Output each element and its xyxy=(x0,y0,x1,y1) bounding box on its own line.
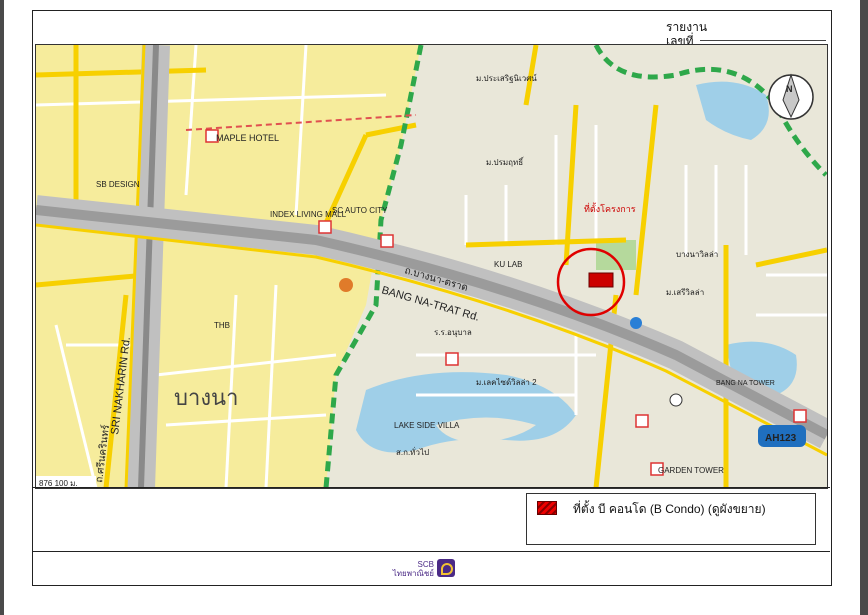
temple-icon xyxy=(339,278,353,292)
label-bangna-tower: BANG NA TOWER xyxy=(716,380,775,387)
report-number-line xyxy=(700,40,826,41)
north-arrow-icon xyxy=(768,73,814,120)
label-sc-auto-city: SC AUTO CITY xyxy=(332,206,388,215)
legend-divider xyxy=(32,487,830,488)
legend-label: ที่ตั้ง บี คอนโด (B Condo) (ดูผังขยาย) xyxy=(573,502,766,516)
label-garden-tower: GARDEN TOWER xyxy=(658,466,724,475)
label-pracha-uthit: ม.ปรมฤทธิ์ xyxy=(486,156,525,167)
label-thb: THB xyxy=(214,321,230,330)
label-seri-villa: ม.เสรีวิลล่า xyxy=(666,288,704,297)
label-village: ม.ประเสริฐนิเวศน์ xyxy=(476,73,537,83)
report-page: รายงาน เลขที่ MAPLE HOTEL INDEX LIVING M… xyxy=(4,0,860,615)
bank-icon xyxy=(380,234,394,248)
label-baan-bangna: บางนาวิลล่า xyxy=(676,250,718,259)
label-school: ร.ร.อนุบาล xyxy=(434,328,472,337)
gas-station-icon xyxy=(318,220,332,234)
scb-logo-icon xyxy=(437,559,455,577)
bank-icon-2 xyxy=(635,414,649,428)
map-legend: ที่ตั้ง บี คอนโด (B Condo) (ดูผังขยาย) xyxy=(526,493,816,545)
logo-text: SCB ไทยพาณิชย์ xyxy=(390,560,434,578)
logo-line-2: ไทยพาณิชย์ xyxy=(392,569,434,578)
label-district-bangna: บางนา xyxy=(174,385,238,410)
label-lake-side-villa-2: ม.เลคไซด์วิลล่า 2 xyxy=(476,377,537,387)
logo-line-1: SCB xyxy=(417,560,434,569)
school-icon xyxy=(445,352,459,366)
legend-swatch xyxy=(537,501,557,515)
shop-icon xyxy=(793,409,807,423)
map-canvas: MAPLE HOTEL INDEX LIVING MALL SC AUTO CI… xyxy=(36,45,827,488)
label-lake-side-villa: LAKE SIDE VILLA xyxy=(394,421,460,430)
post-icon xyxy=(669,393,683,407)
park-area xyxy=(596,240,636,270)
label-ku-lab: KU LAB xyxy=(494,260,522,269)
location-map: MAPLE HOTEL INDEX LIVING MALL SC AUTO CI… xyxy=(35,44,828,489)
label-ah123: AH123 xyxy=(765,433,797,444)
scb-logo: SCB ไทยพาณิชย์ xyxy=(390,558,470,580)
label-project-site: ที่ตั้งโครงการ xyxy=(584,202,636,214)
north-label: N xyxy=(786,84,793,94)
report-label: รายงาน xyxy=(666,20,708,34)
label-maple-hotel: MAPLE HOTEL xyxy=(216,133,279,143)
footer-divider xyxy=(32,551,830,552)
label-public: ส.ก.ทั่วไป xyxy=(396,446,429,457)
label-sb-design: SB DESIGN xyxy=(96,180,140,189)
water-icon xyxy=(630,317,642,329)
project-site-marker xyxy=(588,272,614,288)
